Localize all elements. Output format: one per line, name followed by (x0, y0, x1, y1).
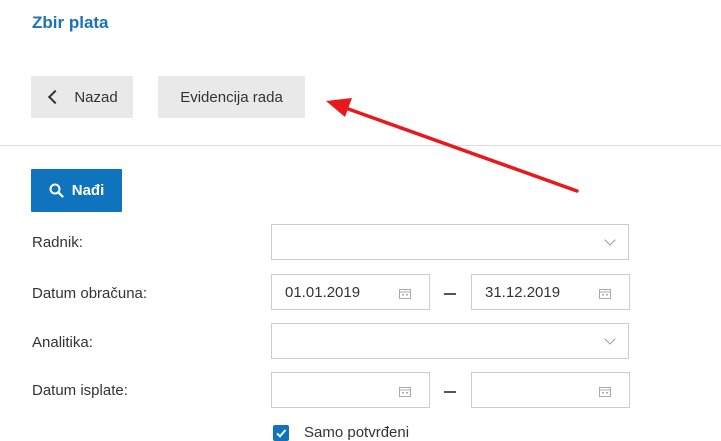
calendar-icon (599, 387, 611, 397)
back-button-label: Nazad (74, 88, 118, 106)
page-title: Zbir plata (32, 13, 109, 32)
check-icon (276, 429, 287, 438)
search-icon (49, 183, 64, 198)
date-range-dash (444, 293, 456, 295)
divider (0, 145, 721, 146)
find-button[interactable]: Nađi (31, 169, 122, 212)
calc-date-label: Datum obračuna: (32, 285, 148, 302)
find-button-label: Nađi (71, 182, 105, 199)
only-confirmed-label: Samo potvrđeni (304, 424, 410, 441)
back-button[interactable]: Nazad (31, 76, 133, 118)
employee-select[interactable] (271, 224, 629, 260)
calc-date-to-field[interactable]: 31.12.2019 (471, 274, 630, 310)
payout-date-from-field[interactable] (271, 372, 430, 408)
timesheet-button[interactable]: Evidencija rada (158, 76, 305, 118)
payout-date-label: Datum isplate: (32, 382, 128, 399)
analytics-label: Analitika: (32, 334, 93, 351)
page-header: Zbir plata (0, 0, 721, 50)
calendar-icon (399, 289, 411, 299)
calc-date-to-value: 31.12.2019 (485, 284, 561, 301)
chevron-down-icon (604, 234, 616, 246)
date-range-dash (444, 391, 456, 393)
calendar-icon (599, 289, 611, 299)
payout-date-to-field[interactable] (471, 372, 630, 408)
analytics-select[interactable] (271, 323, 629, 359)
chevron-down-icon (604, 333, 616, 345)
timesheet-button-label: Evidencija rada (180, 88, 283, 106)
employee-label: Radnik: (32, 234, 83, 251)
only-confirmed-checkbox[interactable] (273, 425, 289, 441)
calc-date-from-value: 01.01.2019 (285, 284, 361, 301)
calendar-icon (399, 387, 411, 397)
chevron-left-icon (48, 89, 63, 105)
calc-date-from-field[interactable]: 01.01.2019 (271, 274, 430, 310)
